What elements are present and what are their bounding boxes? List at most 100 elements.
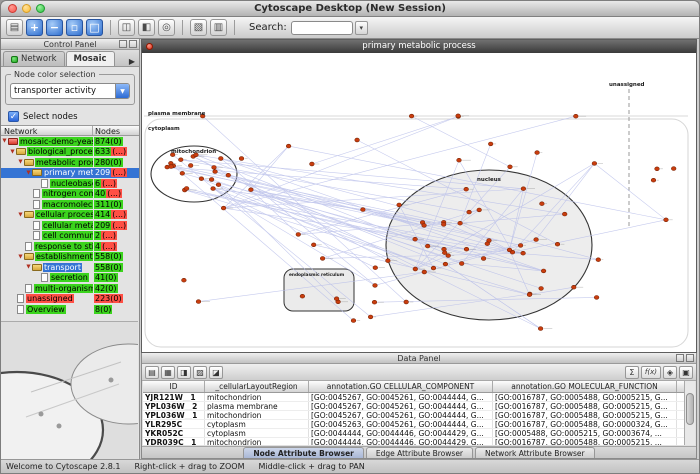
new-attribute-icon[interactable]: ▦ [161, 366, 175, 379]
table-cell[interactable]: plasma membrane [205, 402, 309, 410]
annotations-icon[interactable]: ◎ [158, 19, 175, 36]
table-cell[interactable]: [GO:0045267, GO:0045261, GO:0044444, G..… [309, 402, 493, 410]
tree-row-nucleobase[interactable]: nucleobase...6(...) [1, 178, 139, 189]
close-panel-icon[interactable] [686, 354, 694, 362]
create-network-icon[interactable]: ◫ [118, 19, 135, 36]
search-options-icon[interactable]: ▾ [355, 21, 368, 35]
tree-row-transport[interactable]: ▼transport558(0) [1, 262, 139, 273]
tree-row-cell-communica[interactable]: cell communica...2(...) [1, 231, 139, 242]
node-color-dropdown[interactable]: transporter activity ▼ [10, 83, 130, 99]
destroy-network-icon[interactable]: ◧ [138, 19, 155, 36]
table-row[interactable]: YPL036W__2plasma membrane[GO:0045267, GO… [143, 402, 684, 411]
tab-overflow-arrow-icon[interactable]: ▶ [127, 57, 137, 66]
select-attributes-icon[interactable]: ▤ [145, 366, 159, 379]
table-cell[interactable]: [GO:0045263, GO:0045261, GO:0044444, G..… [309, 420, 493, 428]
table-cell[interactable]: YPL036W__1 [143, 411, 205, 419]
float-panel-icon[interactable] [676, 354, 684, 362]
table-cell[interactable]: [GO:0045267, GO:0045261, GO:0044444, G..… [309, 411, 493, 419]
network-view-close-button[interactable] [146, 43, 153, 50]
rename-attribute-icon[interactable]: ▨ [193, 366, 207, 379]
close-panel-icon[interactable] [129, 40, 137, 48]
table-cell[interactable]: mitochondrion [205, 393, 309, 401]
table-cell[interactable]: [GO:0044444, GO:0044446, GO:0044429, G..… [309, 429, 493, 437]
tab-network-attribute-browser[interactable]: Network Attribute Browser [475, 447, 595, 458]
tree-expander-icon[interactable]: ▼ [1, 136, 8, 146]
scrollbar-thumb[interactable] [686, 393, 694, 425]
table-cell[interactable]: [GO:0016787, GO:0005488, GO:0005215, G..… [493, 402, 677, 410]
table-cell[interactable]: [GO:0016787, GO:0005488, GO:0000324, G..… [493, 420, 677, 428]
tree-row-secretion[interactable]: secretion41(0) [1, 273, 139, 284]
sum-icon[interactable]: Σ [625, 366, 639, 379]
table-row[interactable]: YLR295Ccytoplasm[GO:0045263, GO:0045261,… [143, 420, 684, 429]
tree-row-unassigned[interactable]: unassigned223(0) [1, 294, 139, 305]
tree-expander-icon[interactable]: ▼ [25, 262, 32, 272]
tree-row-metabolic-process[interactable]: ▼metabolic process280(0) [1, 157, 139, 168]
tree-expander-icon[interactable]: ▼ [9, 147, 16, 157]
table-cell[interactable]: [GO:0016787, GO:0005488, GO:0005215, G..… [493, 393, 677, 401]
column-header-1[interactable]: _cellularLayoutRegion [205, 381, 309, 392]
tree-expander-icon[interactable]: ▼ [17, 252, 24, 262]
tree-column-nodes[interactable]: Nodes [93, 126, 139, 135]
select-nodes-checkbox[interactable]: ✓ [8, 111, 19, 122]
table-scrollbar[interactable] [684, 381, 695, 445]
network-canvas[interactable]: plasma membranecytoplasmmitochondrionnuc… [142, 53, 696, 352]
table-cell[interactable]: cytoplasm [205, 429, 309, 437]
tree-row-multi-organism-pro[interactable]: multi-organism pro42(0) [1, 283, 139, 294]
table-row[interactable]: YKR052Ccytoplasm[GO:0044444, GO:0044446,… [143, 429, 684, 438]
tree-row-biological-process[interactable]: ▼biological_process633(...) [1, 147, 139, 158]
delete-attribute-icon[interactable]: ◨ [177, 366, 191, 379]
table-cell[interactable]: YJR121W__1 [143, 393, 205, 401]
search-input[interactable] [291, 21, 353, 35]
table-cell[interactable]: [GO:0016787, GO:0005488, GO:0005215, ... [493, 438, 677, 445]
table-cell[interactable]: YKR052C [143, 429, 205, 437]
table-row[interactable]: YJR121W__1mitochondrion[GO:0045267, GO:0… [143, 393, 684, 402]
tab-network[interactable]: Network [3, 51, 65, 66]
tree-row-cellular-process[interactable]: ▼cellular process414(...) [1, 210, 139, 221]
network-view-titlebar[interactable]: primary metabolic process [142, 40, 696, 53]
tree-row-primary-metabo[interactable]: ▼primary metabo209(...) [1, 168, 139, 179]
tree-row-nitrogen-compo[interactable]: nitrogen compo...40(...) [1, 189, 139, 200]
tree-expander-icon[interactable]: ▼ [17, 157, 24, 167]
table-row[interactable]: YDR039C__1mitochondrion[GO:0044444, GO:0… [143, 438, 684, 445]
window-titlebar[interactable]: Cytoscape Desktop (New Session) [1, 1, 699, 17]
tree-row-mosaic-demo-yeast[interactable]: ▼mosaic-demo-yeast874(0) [1, 136, 139, 147]
table-cell[interactable]: [GO:0005488, GO:0005215, GO:0003674, ... [493, 429, 677, 437]
tab-node-attribute-browser[interactable]: Node Attribute Browser [243, 447, 363, 458]
tab-edge-attribute-browser[interactable]: Edge Attribute Browser [366, 447, 473, 458]
open-attributes-icon[interactable]: ▣ [679, 366, 693, 379]
tree-column-network[interactable]: Network [1, 126, 93, 135]
open-session-icon[interactable]: ▤ [6, 19, 23, 36]
table-cell[interactable]: [GO:0016787, GO:0005488, GO:0005215, G..… [493, 411, 677, 419]
table-cell[interactable]: YPL036W__2 [143, 402, 205, 410]
import-attributes-icon[interactable]: ◈ [663, 366, 677, 379]
tree-row-macromolecule[interactable]: macromolecule...311(0) [1, 199, 139, 210]
tab-mosaic[interactable]: Mosaic [66, 51, 115, 66]
table-cell[interactable]: YDR039C__1 [143, 438, 205, 445]
zoom-selected-icon[interactable]: ▫ [66, 19, 83, 36]
column-header-2[interactable]: annotation.GO CELLULAR_COMPONENT [309, 381, 493, 392]
table-cell[interactable]: mitochondrion [205, 438, 309, 445]
tree-expander-icon[interactable]: ▼ [25, 168, 32, 178]
tree-row-overview[interactable]: Overview8(0) [1, 304, 139, 315]
table-cell[interactable]: [GO:0044444, GO:0044446, GO:0044429, G..… [309, 438, 493, 445]
table-cell[interactable]: mitochondrion [205, 411, 309, 419]
column-header-3[interactable]: annotation.GO MOLECULAR_FUNCTION [493, 381, 677, 392]
column-header-0[interactable]: ID [143, 381, 205, 392]
table-cell[interactable]: cytoplasm [205, 420, 309, 428]
tree-expander-icon[interactable]: ▼ [17, 210, 24, 220]
table-cell[interactable]: [GO:0045267, GO:0045261, GO:0044444, G..… [309, 393, 493, 401]
table-row[interactable]: YPL036W__1mitochondrion[GO:0045267, GO:0… [143, 411, 684, 420]
tree-row-response-to-stimul[interactable]: response to stimul4(...) [1, 241, 139, 252]
float-panel-icon[interactable] [119, 40, 127, 48]
delete-rows-icon[interactable]: ◪ [209, 366, 223, 379]
table-cell[interactable]: YLR295C [143, 420, 205, 428]
vizmapper-icon[interactable]: ▧ [190, 19, 207, 36]
tree-row-cellular-metabo[interactable]: cellular metabo...209(...) [1, 220, 139, 231]
overview-thumbnail[interactable] [1, 321, 138, 459]
zoom-fit-icon[interactable]: □ [86, 19, 103, 36]
formula-builder-icon[interactable]: f(x) [641, 366, 661, 379]
layout-icon[interactable]: ▥ [210, 19, 227, 36]
tree-row-establishment-of-l[interactable]: ▼establishment of l558(0) [1, 252, 139, 263]
zoom-out-icon[interactable]: − [46, 19, 63, 36]
zoom-in-icon[interactable]: + [26, 19, 43, 36]
